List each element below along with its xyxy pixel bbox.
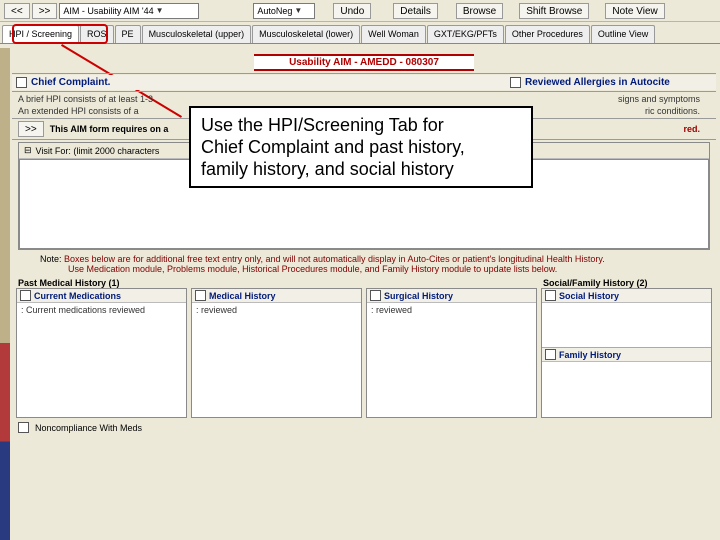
form-requires-text: This AIM form requires on a [50, 124, 169, 134]
main-toolbar: << >> AIM - Usability AIM '44 ▼ AutoNeg … [0, 0, 720, 22]
family-history-checkbox[interactable] [545, 349, 556, 360]
noncompliance-label: Noncompliance With Meds [35, 423, 142, 433]
current-meds-title: Current Medications [34, 291, 121, 301]
chevron-down-icon: ▼ [156, 6, 164, 15]
tab-msk-upper[interactable]: Musculoskeletal (upper) [142, 25, 252, 43]
current-medications-panel: Current Medications : Current medication… [16, 288, 187, 418]
tab-pe[interactable]: PE [115, 25, 141, 43]
required-tail: red. [683, 124, 700, 134]
current-meds-body[interactable]: : Current medications reviewed [17, 303, 186, 317]
template-combo-value: AIM - Usability AIM '44 [63, 6, 153, 16]
reviewed-allergies-title: Reviewed Allergies in Autocite [525, 77, 670, 88]
visit-for-title: Visit For: (limit 2000 characters [36, 146, 160, 156]
surgical-history-body[interactable]: : reviewed [367, 303, 536, 317]
browse-button[interactable]: Browse [456, 3, 503, 19]
hpi-desc-1: A brief HPI consists of at least 1-3 [18, 94, 153, 104]
tab-ros[interactable]: ROS [80, 25, 114, 43]
social-history-title: Social History [559, 291, 619, 301]
social-history-checkbox[interactable] [545, 290, 556, 301]
note-block: Note: Boxes below are for additional fre… [12, 252, 716, 276]
note-line-1: Boxes below are for additional free text… [64, 254, 605, 264]
instruction-callout: Use the HPI/Screening Tab for Chief Comp… [189, 106, 533, 188]
shift-browse-button[interactable]: Shift Browse [519, 3, 589, 19]
expand-button[interactable]: >> [18, 121, 44, 137]
back-button[interactable]: << [4, 3, 30, 19]
autoneg-combo[interactable]: AutoNeg ▼ [253, 3, 315, 19]
pmh-group-title: Past Medical History (1) [12, 276, 537, 288]
forward-button[interactable]: >> [32, 3, 58, 19]
tab-bar: HPI / Screening ROS PE Musculoskeletal (… [0, 22, 720, 44]
conditions-text: ric conditions. [645, 106, 700, 116]
sfh-group-title: Social/Family History (2) [537, 276, 716, 288]
medical-history-title: Medical History [209, 291, 276, 301]
surgical-history-checkbox[interactable] [370, 290, 381, 301]
family-history-title: Family History [559, 350, 621, 360]
chief-complaint-title: Chief Complaint. [31, 77, 110, 88]
left-color-bar [0, 48, 10, 540]
callout-line-3: family history, and social history [201, 158, 521, 180]
surgical-history-panel: Surgical History : reviewed [366, 288, 537, 418]
undo-button[interactable]: Undo [333, 3, 371, 19]
family-history-body[interactable] [542, 362, 711, 402]
banner-title: Usability AIM - AMEDD - 080307 [254, 54, 474, 71]
tab-well-woman[interactable]: Well Woman [361, 25, 426, 43]
current-meds-checkbox[interactable] [20, 290, 31, 301]
medical-history-checkbox[interactable] [195, 290, 206, 301]
tab-msk-lower[interactable]: Musculoskeletal (lower) [252, 25, 360, 43]
chevron-down-icon: ▼ [294, 6, 302, 15]
app-window: << >> AIM - Usability AIM '44 ▼ AutoNeg … [0, 0, 720, 540]
callout-line-1: Use the HPI/Screening Tab for [201, 114, 521, 136]
note-view-button[interactable]: Note View [605, 3, 664, 19]
note-label: Note: [40, 254, 62, 264]
chief-complaint-checkbox[interactable] [16, 77, 27, 88]
note-line-2: Use Medication module, Problems module, … [68, 264, 557, 274]
social-history-body[interactable] [542, 303, 711, 347]
signs-symptoms-text: signs and symptoms [618, 94, 700, 104]
medical-history-body[interactable]: : reviewed [192, 303, 361, 317]
tab-other-procedures[interactable]: Other Procedures [505, 25, 590, 43]
tab-hpi-screening[interactable]: HPI / Screening [2, 25, 79, 43]
surgical-history-title: Surgical History [384, 291, 453, 301]
medical-history-panel: Medical History : reviewed [191, 288, 362, 418]
template-combo[interactable]: AIM - Usability AIM '44 ▼ [59, 3, 199, 19]
social-family-panel: Social History Family History [541, 288, 712, 418]
details-button[interactable]: Details [393, 3, 438, 19]
collapse-icon[interactable]: ⊟ [24, 145, 32, 156]
callout-line-2: Chief Complaint and past history, [201, 136, 521, 158]
history-panels-row: Current Medications : Current medication… [12, 288, 716, 418]
tab-gxt-ekg-pfts[interactable]: GXT/EKG/PFTs [427, 25, 504, 43]
noncompliance-checkbox[interactable] [18, 422, 29, 433]
tab-outline-view[interactable]: Outline View [591, 25, 655, 43]
hpi-desc-2: An extended HPI consists of a [18, 106, 139, 116]
reviewed-allergies-checkbox[interactable] [510, 77, 521, 88]
